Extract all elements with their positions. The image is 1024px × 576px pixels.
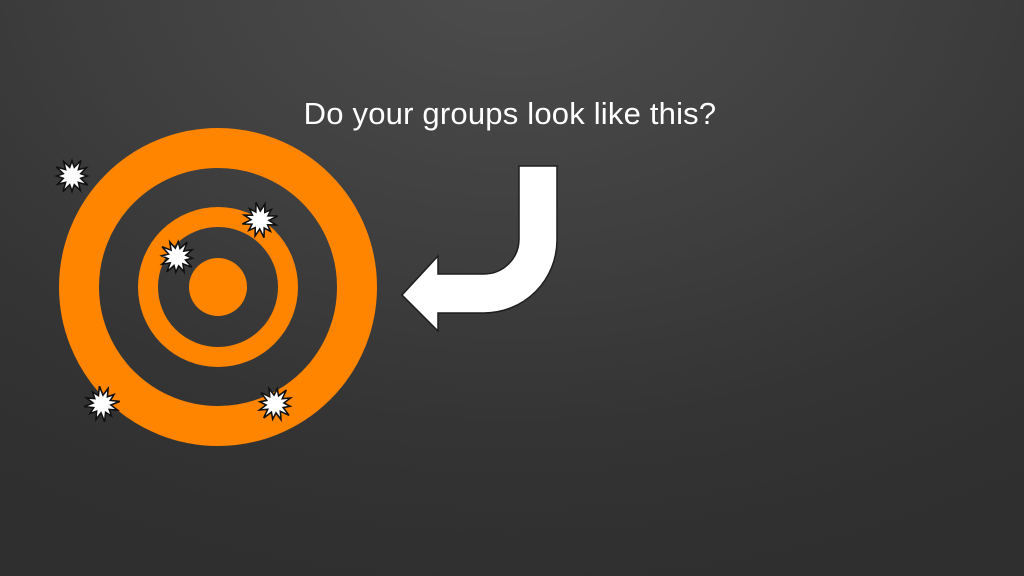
target-bullseye xyxy=(189,258,247,316)
target-icon xyxy=(59,128,377,446)
slide-artwork xyxy=(54,128,558,446)
curved-arrow-icon xyxy=(400,165,558,333)
bullet-hole-icon xyxy=(54,158,90,194)
slide: Do your groups look like this? xyxy=(0,0,1024,576)
